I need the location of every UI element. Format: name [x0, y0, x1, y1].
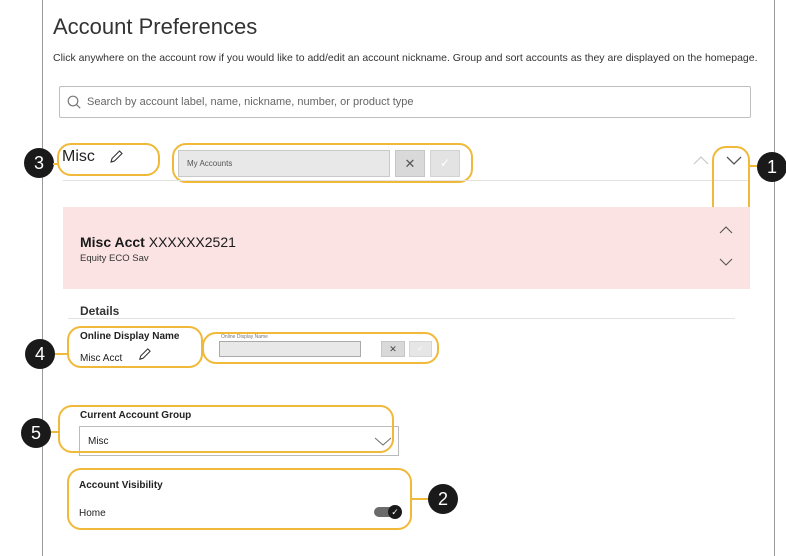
account-product: Equity ECO Sav: [80, 253, 149, 264]
callout-1: 1: [757, 152, 786, 182]
display-name-confirm-button[interactable]: ✓: [409, 341, 432, 357]
group-cancel-button[interactable]: ✕: [395, 150, 425, 177]
group-name-input-value: My Accounts: [187, 159, 233, 168]
visibility-label: Account Visibility: [79, 480, 163, 491]
account-name: Misc Acct: [80, 234, 145, 250]
callout-4: 4: [25, 339, 55, 369]
chevron-down-icon[interactable]: [718, 256, 734, 267]
callout-5: 5: [21, 418, 51, 448]
group-name-input[interactable]: My Accounts: [178, 150, 390, 177]
callout-3-leader: [53, 163, 59, 165]
page-title: Account Preferences: [53, 14, 258, 39]
pencil-icon[interactable]: [137, 347, 152, 362]
search-input[interactable]: Search by account label, name, nickname,…: [59, 86, 751, 118]
chevron-up-icon[interactable]: [692, 154, 710, 166]
display-name-cancel-button[interactable]: ✕: [381, 341, 405, 357]
search-icon: [67, 95, 81, 109]
online-display-name-label: Online Display Name: [80, 331, 180, 342]
account-number: XXXXXX2521: [148, 234, 236, 250]
callout-3: 3: [24, 148, 54, 178]
current-group-highlight: [58, 405, 394, 453]
account-title: Misc Acct XXXXXX2521: [80, 234, 236, 250]
online-display-name-input[interactable]: [219, 341, 361, 357]
check-icon[interactable]: ✓: [388, 505, 402, 519]
visibility-option-label: Home: [79, 508, 106, 519]
callout-2-leader: [411, 498, 429, 500]
online-display-name-placeholder: Online Display Name: [221, 334, 268, 340]
visibility-highlight: [67, 468, 412, 530]
page-subtitle: Click anywhere on the account row if you…: [53, 52, 758, 64]
callout-2: 2: [428, 484, 458, 514]
group-name[interactable]: Misc: [62, 148, 95, 166]
pencil-icon[interactable]: [108, 149, 124, 165]
details-heading: Details: [80, 304, 120, 318]
group-confirm-button[interactable]: ✓: [430, 150, 460, 177]
online-display-name-value[interactable]: Misc Acct: [80, 353, 122, 364]
search-placeholder: Search by account label, name, nickname,…: [87, 96, 414, 108]
group-divider: [63, 180, 750, 181]
chevron-up-icon[interactable]: [718, 224, 734, 235]
details-divider: [68, 318, 735, 319]
